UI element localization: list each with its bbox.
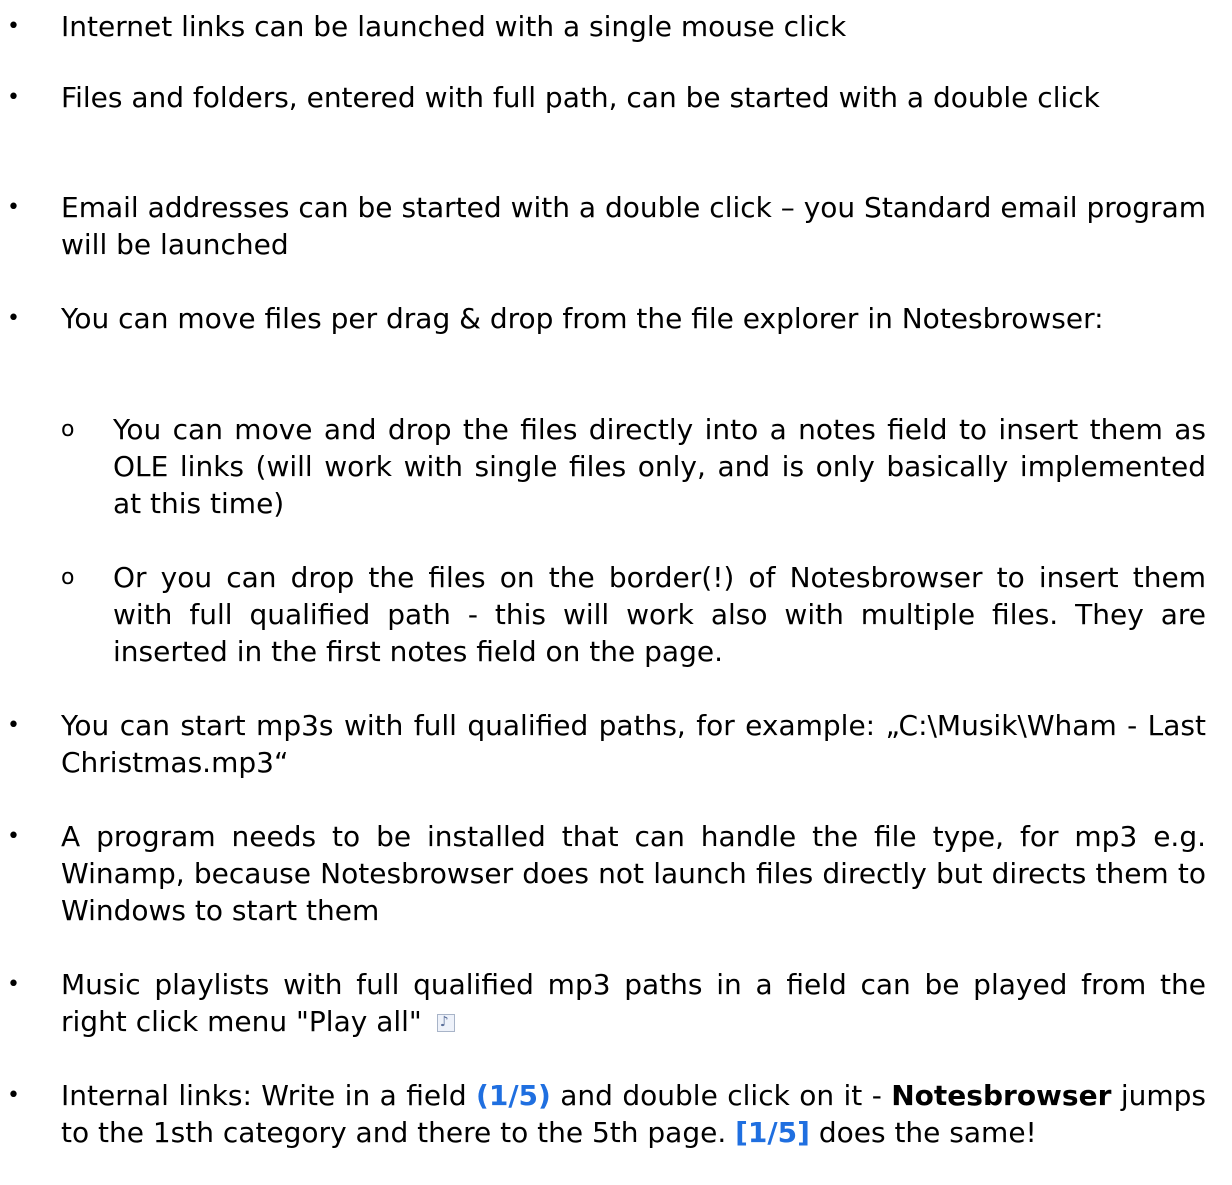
list-item: • Internet links can be launched with a … (7, 8, 1206, 45)
sub-list-item: o Or you can drop the files on the borde… (61, 559, 1206, 670)
list-item: • Email addresses can be started with a … (7, 189, 1206, 263)
circle-bullet-icon: o (61, 417, 75, 442)
bullet-icon: • (7, 1083, 20, 1108)
bullet-icon: • (7, 972, 20, 997)
list-item: • A program needs to be installed that c… (7, 818, 1206, 929)
list-item: • You can start mp3s with full qualified… (7, 707, 1206, 781)
list-item-text: Internal links: Write in a field (61, 1079, 477, 1112)
list-item: • Music playlists with full qualified mp… (7, 966, 1206, 1041)
list-item-text: and double click on it - (550, 1079, 892, 1112)
list-item-text: does the same! (809, 1116, 1037, 1149)
bullet-icon: • (7, 824, 20, 849)
list-item-text: Music playlists with full qualified mp3 … (61, 968, 1206, 1038)
list-item-text: Email addresses can be started with a do… (61, 191, 1206, 261)
app-name: Notesbrowser (891, 1079, 1112, 1112)
list-item-text: Internet links can be launched with a si… (61, 10, 847, 43)
sub-list-item-text: You can move and drop the files directly… (113, 413, 1206, 520)
bullet-icon: • (7, 306, 20, 331)
internal-link-bracket[interactable]: [1/5] (735, 1116, 810, 1149)
music-note-icon[interactable] (436, 1004, 455, 1041)
list-item: • You can move files per drag & drop fro… (7, 300, 1206, 337)
list-item-text: You can move files per drag & drop from … (61, 302, 1104, 335)
list-item-text: A program needs to be installed that can… (61, 820, 1206, 927)
bullet-icon: • (7, 195, 20, 220)
list-item: • Files and folders, entered with full p… (7, 79, 1206, 116)
circle-bullet-icon: o (61, 565, 75, 590)
list-item-text: You can start mp3s with full qualified p… (61, 709, 1206, 779)
bullet-icon: • (7, 85, 20, 110)
bullet-icon: • (7, 713, 20, 738)
sub-list-item-text: Or you can drop the files on the border(… (113, 561, 1206, 668)
list-item: • Internal links: Write in a field (1/5)… (7, 1077, 1206, 1151)
internal-link-paren[interactable]: (1/5) (476, 1079, 551, 1112)
bullet-icon: • (7, 14, 20, 39)
list-item-text: Files and folders, entered with full pat… (61, 81, 1100, 114)
sub-list-item: o You can move and drop the files direct… (61, 411, 1206, 522)
